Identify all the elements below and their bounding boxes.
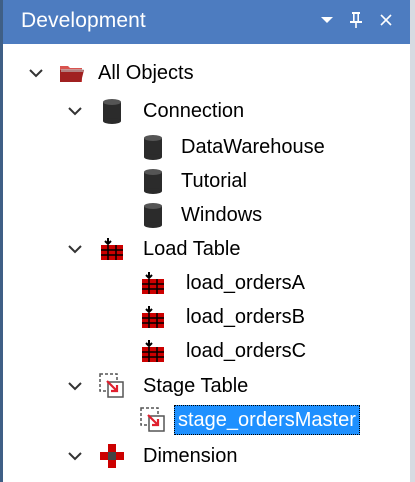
tree-label-all-objects: All Objects [98, 62, 194, 84]
database-icon [139, 167, 167, 195]
development-panel: Development All Objects Connection DataW… [0, 0, 415, 482]
object-tree: All Objects Connection DataWarehouse Tut… [3, 44, 410, 482]
panel-title: Development [21, 9, 146, 32]
tree-label-tutorial: Tutorial [181, 170, 247, 192]
tree-label-load-ordersa: load_ordersA [186, 272, 305, 294]
dimension-icon [98, 442, 126, 470]
tree-node-load-ordersc[interactable]: load_ordersC [3, 334, 403, 368]
database-icon [98, 97, 126, 125]
dropdown-arrow-icon [321, 17, 333, 23]
tree-label-load-table: Load Table [143, 238, 241, 260]
database-icon [139, 133, 167, 161]
chevron-down-icon[interactable] [25, 62, 47, 84]
tree-node-tutorial[interactable]: Tutorial [3, 164, 403, 198]
dropdown-button[interactable] [313, 5, 341, 35]
tree-label-dimension: Dimension [143, 445, 238, 467]
database-icon [139, 201, 167, 229]
tree-node-windows[interactable]: Windows [3, 198, 403, 232]
tree-label-stage-table: Stage Table [143, 375, 249, 397]
pin-button[interactable] [342, 5, 370, 35]
load-table-icon [139, 303, 167, 331]
pin-icon [350, 12, 362, 28]
chevron-down-icon[interactable] [64, 100, 86, 122]
tree-node-load-table[interactable]: Load Table [3, 232, 403, 266]
tree-label-load-ordersc: load_ordersC [186, 340, 307, 362]
folder-icon [58, 59, 86, 87]
chevron-down-icon[interactable] [64, 375, 86, 397]
tree-label-windows: Windows [181, 204, 263, 226]
tree-label-connection: Connection [143, 100, 245, 122]
tree-label-datawarehouse: DataWarehouse [181, 136, 325, 158]
load-table-icon [139, 337, 167, 365]
panel-border-right [410, 0, 415, 482]
stage-table-icon [139, 406, 167, 434]
tree-node-load-ordersa[interactable]: load_ordersA [3, 266, 403, 300]
panel-titlebar: Development [3, 0, 410, 44]
tree-label-stage-ordersmaster: stage_ordersMaster [174, 405, 360, 435]
tree-node-stage-table[interactable]: Stage Table [3, 369, 403, 403]
stage-table-icon [98, 372, 126, 400]
load-table-icon [139, 269, 167, 297]
chevron-down-icon[interactable] [64, 445, 86, 467]
load-table-icon [98, 235, 126, 263]
tree-node-stage-ordersmaster[interactable]: stage_ordersMaster [3, 403, 403, 437]
tree-node-all-objects[interactable]: All Objects [3, 56, 403, 90]
tree-node-load-ordersb[interactable]: load_ordersB [3, 300, 403, 334]
tree-node-datawarehouse[interactable]: DataWarehouse [3, 130, 403, 164]
chevron-down-icon[interactable] [64, 238, 86, 260]
close-icon [380, 14, 392, 26]
close-button[interactable] [372, 5, 400, 35]
tree-node-dimension[interactable]: Dimension [3, 439, 403, 473]
tree-label-load-ordersb: load_ordersB [186, 306, 305, 328]
tree-node-connection[interactable]: Connection [3, 94, 403, 128]
